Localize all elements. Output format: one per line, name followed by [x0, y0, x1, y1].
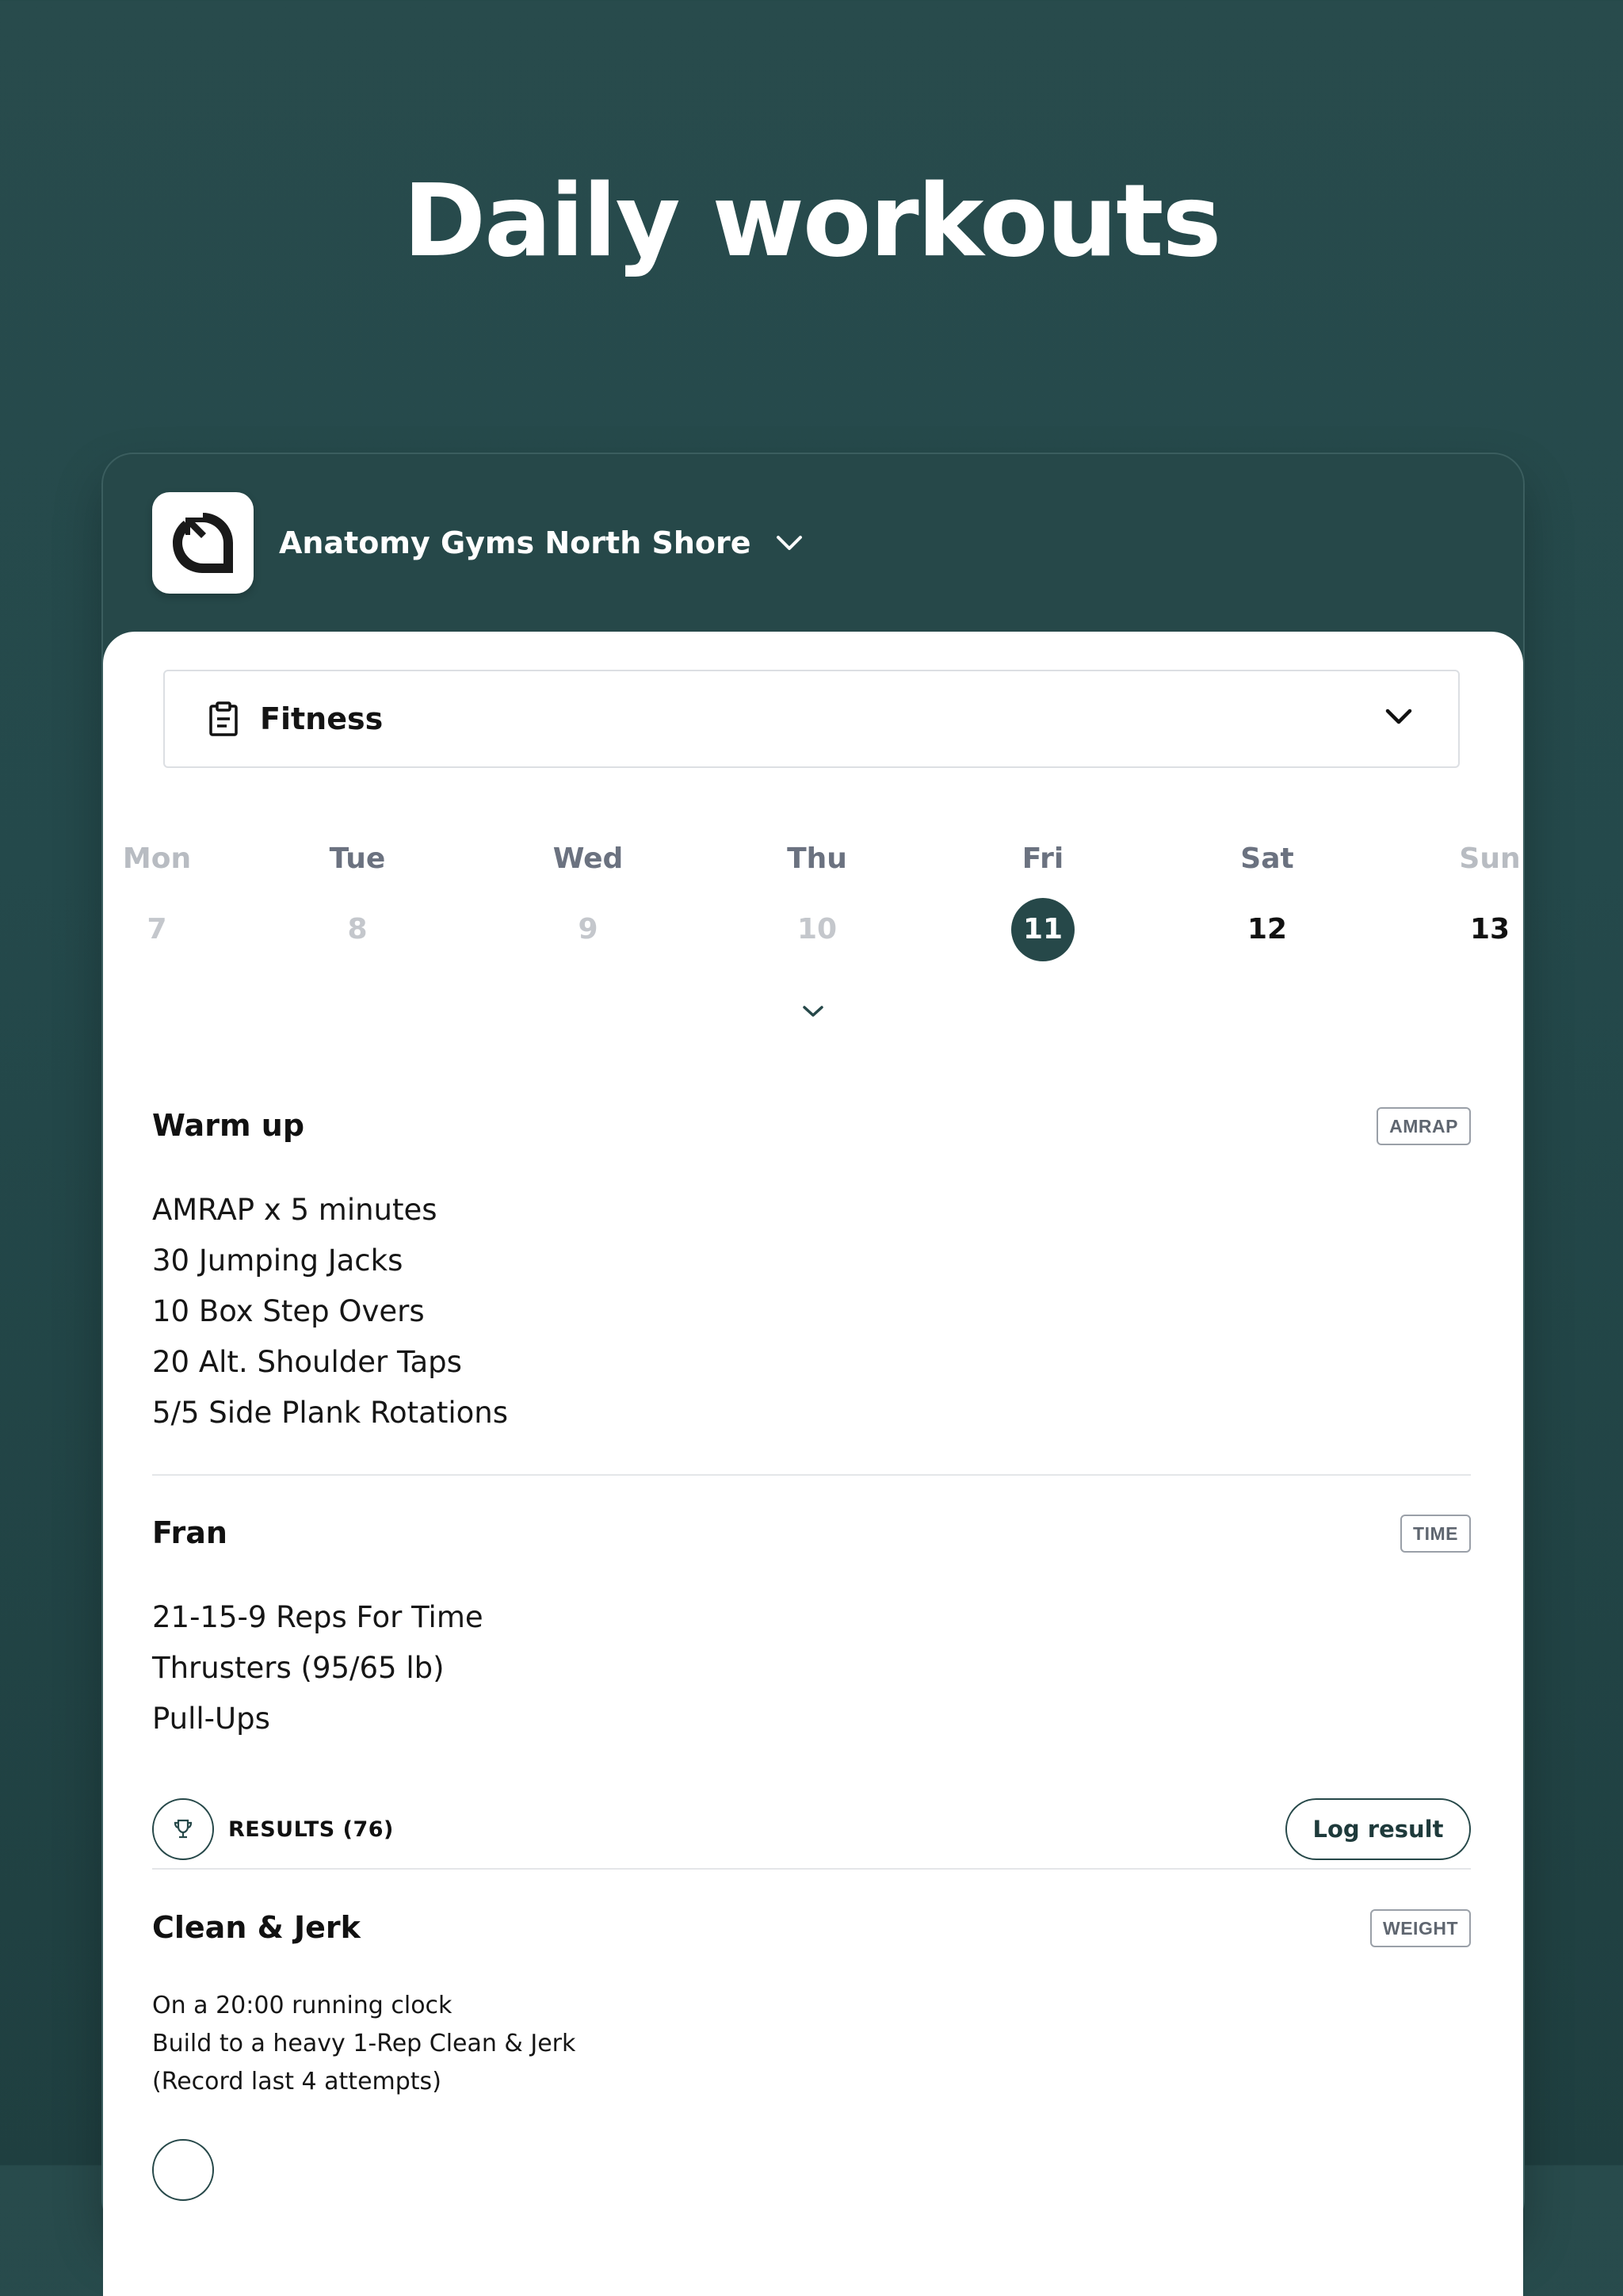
- divider: [152, 1474, 1471, 1476]
- day-wed[interactable]: Wed 9: [525, 839, 651, 961]
- workout-fran[interactable]: Fran TIME 21-15-9 Reps For Time Thruster…: [152, 1513, 1471, 1860]
- day-number: 10: [796, 913, 838, 946]
- day-number: 11: [1011, 898, 1075, 961]
- day-thu[interactable]: Thu 10: [754, 839, 880, 961]
- day-name: Fri: [1022, 842, 1064, 875]
- program-label: Fitness: [260, 701, 384, 736]
- workout-type-badge: AMRAP: [1377, 1107, 1471, 1145]
- gym-logo-icon: [152, 492, 254, 594]
- day-fri[interactable]: Fri 11: [980, 839, 1106, 961]
- program-dropdown[interactable]: Fitness: [163, 670, 1460, 768]
- workout-line: (Record last 4 attempts): [152, 2068, 441, 2095]
- workout-line: AMRAP x 5 minutes: [152, 1193, 437, 1227]
- workout-warm-up[interactable]: Warm up AMRAP AMRAP x 5 minutes 30 Jumpi…: [152, 1106, 1471, 1438]
- day-number: 7: [147, 913, 167, 946]
- workout-description: AMRAP x 5 minutes 30 Jumping Jacks 10 Bo…: [152, 1185, 508, 1438]
- workout-description: On a 20:00 running clock Build to a heav…: [152, 1987, 575, 2101]
- workout-title: Clean & Jerk: [152, 1910, 361, 1945]
- day-name: Wed: [552, 842, 624, 875]
- workout-panel: Fitness Mon 7 Tue 8 Wed 9 Thu 10 Fri 11 …: [103, 632, 1523, 2296]
- results-link[interactable]: [152, 2139, 214, 2201]
- log-result-button[interactable]: Log result: [1285, 1798, 1471, 1860]
- day-tue[interactable]: Tue 8: [294, 839, 421, 961]
- day-name: Thu: [787, 842, 847, 875]
- app-card: Anatomy Gyms North Shore Fitness Mon 7 T…: [101, 453, 1525, 2296]
- day-number: 12: [1247, 913, 1288, 946]
- clipboard-icon: [208, 701, 239, 736]
- day-name: Sun: [1459, 842, 1521, 875]
- day-sat[interactable]: Sat 12: [1204, 839, 1331, 961]
- day-number: 9: [578, 913, 598, 946]
- day-sun[interactable]: Sun 13: [1426, 839, 1523, 961]
- trophy-icon: [152, 2139, 214, 2201]
- day-mon[interactable]: Mon 7: [103, 839, 220, 961]
- workout-line: Thrusters (95/65 lb): [152, 1651, 445, 1685]
- workout-title: Fran: [152, 1515, 227, 1550]
- chevron-down-icon[interactable]: [775, 533, 804, 552]
- workout-line: 21-15-9 Reps For Time: [152, 1600, 483, 1634]
- chevron-down-icon[interactable]: [1384, 706, 1414, 727]
- day-name: Mon: [122, 842, 192, 875]
- workout-line: Pull-Ups: [152, 1702, 270, 1736]
- results-link[interactable]: RESULTS (76): [152, 1798, 394, 1860]
- workout-line: 10 Box Step Overs: [152, 1294, 425, 1328]
- gym-selector[interactable]: Anatomy Gyms North Shore: [152, 492, 804, 594]
- workout-type-badge: WEIGHT: [1370, 1909, 1471, 1947]
- page-headline: Daily workouts: [403, 162, 1221, 279]
- gym-name: Anatomy Gyms North Shore: [279, 525, 751, 560]
- day-number: 8: [347, 913, 368, 946]
- workout-line: 30 Jumping Jacks: [152, 1244, 403, 1278]
- results-count: RESULTS (76): [228, 1817, 394, 1842]
- workout-line: Build to a heavy 1-Rep Clean & Jerk: [152, 2030, 576, 2057]
- day-number: 13: [1469, 913, 1510, 946]
- day-name: Tue: [329, 842, 386, 875]
- workout-clean-and-jerk[interactable]: Clean & Jerk WEIGHT On a 20:00 running c…: [152, 1908, 1471, 2241]
- workout-description: 21-15-9 Reps For Time Thrusters (95/65 l…: [152, 1592, 483, 1744]
- trophy-icon: [152, 1798, 214, 1860]
- workout-title: Warm up: [152, 1108, 305, 1143]
- divider: [152, 1868, 1471, 1870]
- expand-calendar-chevron-icon[interactable]: [800, 1003, 826, 1020]
- workout-line: 20 Alt. Shoulder Taps: [152, 1345, 462, 1379]
- workout-type-badge: TIME: [1400, 1515, 1471, 1553]
- workout-line: On a 20:00 running clock: [152, 1992, 453, 2019]
- workout-line: 5/5 Side Plank Rotations: [152, 1396, 509, 1430]
- day-name: Sat: [1240, 842, 1294, 875]
